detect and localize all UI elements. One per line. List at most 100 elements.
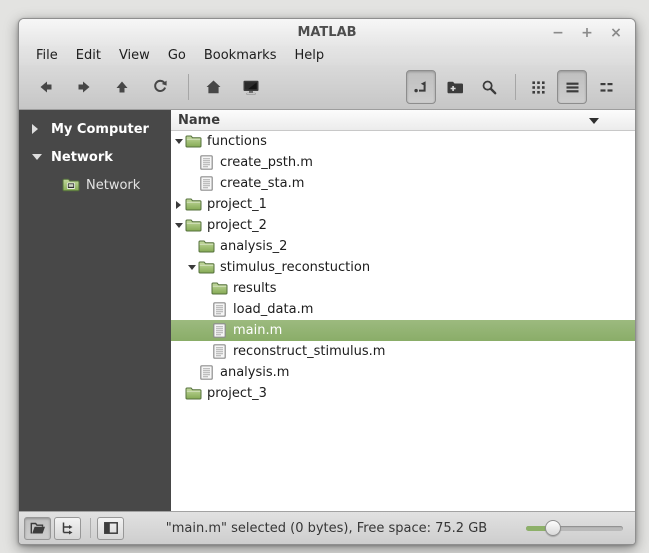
compact-view-icon bbox=[600, 82, 612, 92]
icon-view-button[interactable] bbox=[523, 70, 553, 104]
statusbar: "main.m" selected (0 bytes), Free space:… bbox=[19, 511, 635, 544]
file-row[interactable]: stimulus_reconstuction bbox=[171, 257, 635, 278]
file-name: project_2 bbox=[207, 218, 267, 233]
expander-icon[interactable] bbox=[173, 139, 184, 144]
file-name: project_3 bbox=[207, 386, 267, 401]
file-list: functions create_psth.m create_sta.m pro… bbox=[171, 131, 635, 511]
minimize-button[interactable]: − bbox=[551, 26, 565, 40]
folder-icon bbox=[198, 240, 215, 253]
up-icon bbox=[116, 81, 128, 93]
file-name: analysis.m bbox=[220, 365, 290, 380]
window-title: MATLAB bbox=[297, 25, 357, 40]
file-row[interactable]: analysis.m bbox=[171, 362, 635, 383]
file-name: main.m bbox=[233, 323, 283, 338]
sidebar-item-label: Network bbox=[51, 149, 113, 165]
list-view-icon bbox=[566, 82, 578, 92]
file-row[interactable]: functions bbox=[171, 131, 635, 152]
file-row[interactable]: analysis_2 bbox=[171, 236, 635, 257]
toolbar-separator bbox=[515, 74, 516, 100]
expander-icon[interactable] bbox=[173, 223, 184, 228]
hide-sidebar-button[interactable] bbox=[97, 516, 124, 540]
forward-icon bbox=[78, 81, 90, 93]
sidebar: My Computer Network Network bbox=[19, 110, 171, 511]
sidebar-item[interactable]: Network bbox=[19, 171, 171, 199]
file-name: analysis_2 bbox=[220, 239, 288, 254]
toggle-location-entry-button[interactable] bbox=[406, 70, 436, 104]
sidebar-item[interactable]: Network bbox=[19, 143, 171, 171]
file-icon bbox=[213, 302, 226, 317]
show-treeview-button[interactable] bbox=[54, 516, 81, 540]
menu-item[interactable]: View bbox=[110, 46, 159, 65]
places-folder-icon bbox=[30, 522, 45, 534]
titlebar[interactable]: MATLAB − + × bbox=[19, 19, 635, 46]
sidebar-expander-icon[interactable] bbox=[32, 124, 48, 134]
search-icon bbox=[482, 80, 497, 95]
menu-item[interactable]: Bookmarks bbox=[195, 46, 286, 65]
sidebar-item[interactable]: My Computer bbox=[19, 115, 171, 143]
search-button[interactable] bbox=[474, 70, 504, 104]
toolbar bbox=[19, 65, 635, 110]
file-row[interactable]: create_psth.m bbox=[171, 152, 635, 173]
menu-item[interactable]: Go bbox=[159, 46, 195, 65]
menu-item[interactable]: Help bbox=[285, 46, 333, 65]
home-button[interactable] bbox=[196, 70, 230, 104]
menu-item[interactable]: File bbox=[27, 46, 67, 65]
file-row[interactable]: main.m bbox=[171, 320, 635, 341]
file-name: results bbox=[233, 281, 277, 296]
folder-icon bbox=[185, 198, 202, 211]
file-icon bbox=[200, 365, 213, 380]
file-row[interactable]: load_data.m bbox=[171, 299, 635, 320]
file-icon bbox=[213, 344, 226, 359]
file-row[interactable]: project_1 bbox=[171, 194, 635, 215]
zoom-slider-handle[interactable] bbox=[545, 520, 561, 536]
file-name: project_1 bbox=[207, 197, 267, 212]
file-row[interactable]: project_2 bbox=[171, 215, 635, 236]
file-icon bbox=[213, 323, 226, 338]
file-row[interactable]: create_sta.m bbox=[171, 173, 635, 194]
zoom-slider[interactable] bbox=[526, 520, 623, 536]
column-header-label: Name bbox=[178, 112, 221, 128]
toolbar-separator bbox=[188, 74, 189, 100]
status-text: "main.m" selected (0 bytes), Free space:… bbox=[165, 520, 488, 536]
sidebar-item-label: Network bbox=[86, 177, 141, 193]
file-icon bbox=[200, 155, 213, 170]
file-name: create_sta.m bbox=[220, 176, 305, 191]
sidebar-item-label: My Computer bbox=[51, 121, 149, 137]
computer-icon bbox=[243, 80, 259, 95]
folder-icon bbox=[211, 282, 228, 295]
back-button[interactable] bbox=[29, 70, 63, 104]
file-row[interactable]: results bbox=[171, 278, 635, 299]
folder-icon bbox=[185, 387, 202, 400]
menu-item[interactable]: Edit bbox=[67, 46, 110, 65]
column-dropdown-icon[interactable] bbox=[589, 118, 599, 124]
file-row[interactable]: project_3 bbox=[171, 383, 635, 404]
file-name: stimulus_reconstuction bbox=[220, 260, 371, 275]
folder-icon bbox=[185, 135, 202, 148]
file-name: reconstruct_stimulus.m bbox=[233, 344, 386, 359]
name-column-header[interactable]: Name bbox=[171, 110, 635, 131]
window-controls: − + × bbox=[551, 19, 623, 46]
expander-icon[interactable] bbox=[173, 200, 184, 209]
menubar: File Edit View Go Bookmarks Help bbox=[19, 46, 635, 65]
forward-button[interactable] bbox=[67, 70, 101, 104]
new-folder-icon bbox=[447, 81, 463, 93]
close-button[interactable]: × bbox=[609, 26, 623, 40]
file-pane: Name functions create_psth.m create_sta.… bbox=[171, 110, 635, 511]
up-button[interactable] bbox=[105, 70, 139, 104]
computer-button[interactable] bbox=[234, 70, 268, 104]
maximize-button[interactable]: + bbox=[580, 26, 594, 40]
file-manager-window: MATLAB − + × File Edit View Go Bookmarks… bbox=[18, 18, 636, 545]
sidebar-expander-icon[interactable] bbox=[32, 154, 48, 160]
compact-view-button[interactable] bbox=[591, 70, 621, 104]
refresh-button[interactable] bbox=[143, 70, 177, 104]
file-name: create_psth.m bbox=[220, 155, 313, 170]
show-places-button[interactable] bbox=[24, 516, 51, 540]
treeview-icon bbox=[62, 522, 72, 535]
file-name: functions bbox=[207, 134, 267, 149]
file-row[interactable]: reconstruct_stimulus.m bbox=[171, 341, 635, 362]
hide-sidebar-icon bbox=[103, 522, 118, 534]
expander-icon[interactable] bbox=[186, 265, 197, 270]
list-view-button[interactable] bbox=[557, 70, 587, 104]
file-name: load_data.m bbox=[233, 302, 314, 317]
new-folder-button[interactable] bbox=[440, 70, 470, 104]
